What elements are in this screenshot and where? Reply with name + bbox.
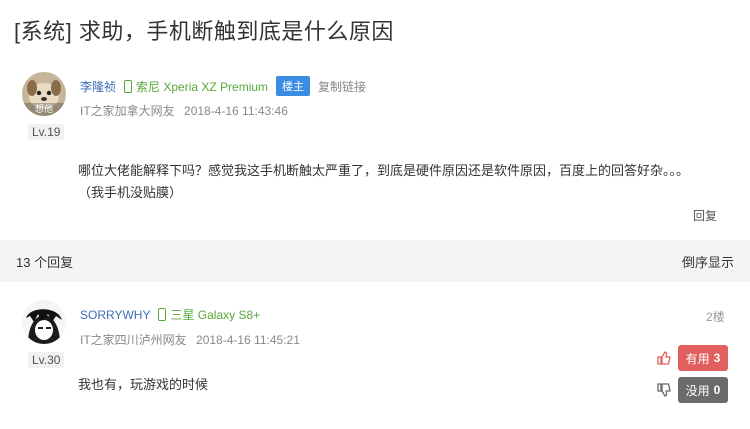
level-badge: Lv.19: [28, 124, 65, 140]
useful-button[interactable]: 有用 3: [678, 345, 728, 371]
useful-count: 3: [713, 351, 721, 365]
thumbs-up-icon[interactable]: [656, 350, 672, 366]
reply-link[interactable]: 回复: [693, 207, 717, 224]
level-badge: Lv.30: [28, 352, 65, 368]
reply-content: 我也有，玩游戏的时候: [78, 377, 209, 392]
post-sub-meta: IT之家加拿大网友 2018-4-16 11:43:46: [80, 102, 288, 119]
owner-badge: 楼主: [276, 76, 311, 96]
page-title: [系统] 求助，手机断触到底是什么原因: [14, 19, 394, 44]
post-content: 哪位大佬能解释下吗？感觉我这手机断触太严重了，到底是硬件原因还是软件原因，百度上…: [78, 160, 738, 204]
phone-icon: [124, 79, 133, 93]
phone-icon: [158, 308, 167, 321]
timestamp: 2018-4-16 11:45:21: [196, 333, 300, 347]
avatar[interactable]: 想他: [22, 72, 66, 116]
avatar-text: 想他: [35, 103, 53, 115]
device-label: 索尼 Xperia XZ Premium: [136, 79, 269, 94]
useless-label: 没用: [685, 383, 710, 398]
sort-button[interactable]: 倒序显示: [682, 252, 734, 271]
timestamp: 2018-4-16 11:43:46: [184, 104, 288, 118]
dog-avatar-image: 想他: [22, 72, 66, 116]
reply-sub-meta: IT之家四川泸州网友 2018-4-16 11:45:21: [80, 331, 300, 348]
floor-number: 2楼: [706, 310, 725, 324]
device-label: 三星 Galaxy S8+: [170, 308, 261, 322]
post-meta: 李隆祯 索尼 Xperia XZ Premium 楼主 复制链接: [80, 76, 366, 96]
anime-avatar-image: [22, 300, 66, 344]
reply-count: 13 个回复: [16, 254, 74, 270]
thumbs-down-icon[interactable]: [656, 382, 672, 398]
username-link[interactable]: 李隆祯: [80, 78, 116, 95]
useless-button[interactable]: 没用 0: [678, 377, 728, 403]
useful-label: 有用: [685, 351, 710, 366]
useless-vote: 没用 0: [656, 377, 728, 403]
replies-bar: 13 个回复 倒序显示: [0, 240, 750, 282]
copy-link[interactable]: 复制链接: [318, 78, 366, 95]
useless-count: 0: [713, 383, 721, 397]
useful-vote: 有用 3: [656, 345, 728, 371]
avatar[interactable]: [22, 300, 66, 344]
username-link[interactable]: SORRYWHY: [80, 308, 150, 322]
location-text: IT之家四川泸州网友: [80, 333, 187, 347]
post-text-line-2: （我手机没贴膜）: [78, 185, 183, 200]
location-text: IT之家加拿大网友: [80, 104, 175, 118]
reply-meta: SORRYWHY 三星 Galaxy S8+: [80, 306, 268, 323]
post-text-line-1: 哪位大佬能解释下吗？感觉我这手机断触太严重了，到底是硬件原因还是软件原因，百度上…: [78, 163, 690, 178]
